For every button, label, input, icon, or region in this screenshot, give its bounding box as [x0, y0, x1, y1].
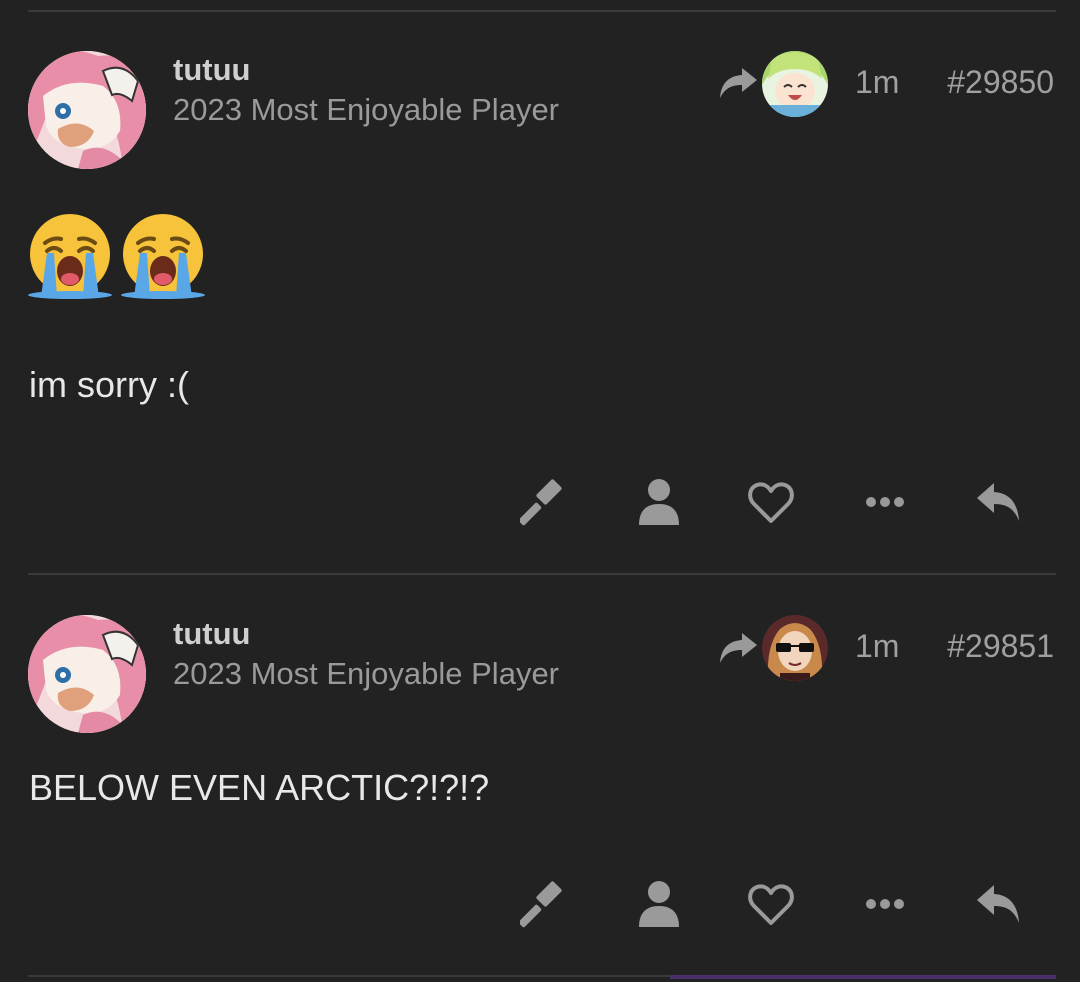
next-post-edge: [670, 975, 1056, 979]
avatar[interactable]: [28, 51, 146, 169]
username[interactable]: tutuu: [173, 52, 250, 88]
gavel-icon[interactable]: [520, 477, 570, 527]
reply-to-avatar[interactable]: [762, 615, 828, 681]
reply-to-icon: [718, 66, 758, 100]
heart-icon[interactable]: [746, 879, 796, 929]
crying-emoji: [27, 213, 113, 299]
post-number[interactable]: #29850: [947, 64, 1054, 101]
user-icon[interactable]: [634, 879, 684, 929]
more-icon[interactable]: [860, 477, 910, 527]
gavel-icon[interactable]: [520, 879, 570, 929]
reply-icon[interactable]: [974, 879, 1024, 929]
reply-icon[interactable]: [974, 477, 1024, 527]
reply-to-icon: [718, 631, 758, 665]
post-divider: [28, 573, 1056, 575]
post-body: im sorry :(: [29, 364, 189, 405]
post-number[interactable]: #29851: [947, 628, 1054, 665]
post-time[interactable]: 1m: [855, 64, 899, 101]
top-divider: [28, 10, 1056, 12]
user-title: 2023 Most Enjoyable Player: [173, 656, 560, 691]
user-icon[interactable]: [634, 477, 684, 527]
crying-emoji: [120, 213, 206, 299]
heart-icon[interactable]: [746, 477, 796, 527]
username[interactable]: tutuu: [173, 616, 250, 652]
avatar[interactable]: [28, 615, 146, 733]
post-body: BELOW EVEN ARCTIC?!?!?: [29, 767, 490, 808]
more-icon[interactable]: [860, 879, 910, 929]
post-time[interactable]: 1m: [855, 628, 899, 665]
reply-to-avatar[interactable]: [762, 51, 828, 117]
user-title: 2023 Most Enjoyable Player: [173, 92, 560, 127]
